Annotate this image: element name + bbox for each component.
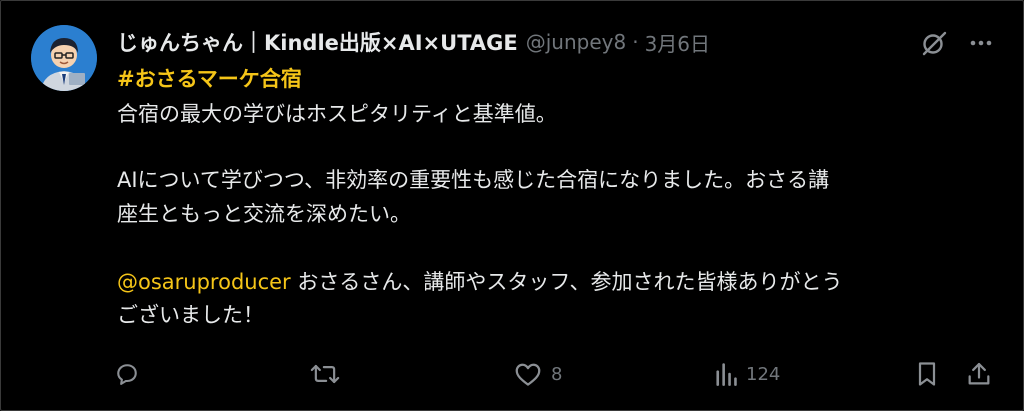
reply-icon	[117, 364, 137, 385]
post-text-line-2: AIについて学びつつ、非効率の重要性も感じた合宿になりました。おさる講	[117, 168, 830, 192]
views-chart-icon	[716, 363, 737, 386]
grok-icon[interactable]	[919, 28, 949, 58]
reply-button[interactable]	[113, 359, 141, 389]
views-button[interactable]: 124	[714, 359, 780, 389]
mention-link[interactable]: @osaruproducer	[117, 270, 291, 294]
share-icon	[968, 362, 990, 385]
post-text-line-4: @osaruproducer おさるさん、講師やスタッフ、参加された皆様ありがと…	[117, 266, 997, 299]
like-count: 8	[551, 363, 563, 385]
post-card[interactable]: じゅんちゃん｜Kindle出版×AI×UTAGE @junpey8 · 3月6日…	[0, 0, 1024, 411]
bookmark-icon	[918, 362, 936, 386]
hashtag-link[interactable]: #おさるマーケ合宿	[117, 63, 302, 93]
avatar-illustration	[31, 25, 97, 91]
post-text-line-4-rest: おさるさん、講師やスタッフ、参加された皆様ありがとう	[290, 270, 843, 294]
post-text-line-1: 合宿の最大の学びはホスピタリティと基準値。	[117, 102, 557, 126]
like-button[interactable]: 8	[513, 359, 562, 389]
post-text-line-5: ございました！	[117, 303, 264, 327]
bookmark-button[interactable]	[915, 359, 939, 389]
more-options-icon[interactable]	[967, 29, 995, 57]
views-count: 124	[746, 363, 781, 385]
repost-icon	[310, 364, 340, 384]
heart-icon	[515, 363, 541, 386]
author-handle[interactable]: @junpey8	[526, 30, 626, 54]
separator-dot: ·	[632, 30, 639, 54]
post-header: じゅんちゃん｜Kindle出版×AI×UTAGE @junpey8 · 3月6日	[117, 25, 710, 59]
share-button[interactable]	[965, 359, 993, 389]
repost-button[interactable]	[309, 359, 341, 389]
post-text-line-3: 座生ともっと交流を深めたい。	[117, 202, 411, 226]
post-date[interactable]: 3月6日	[645, 28, 710, 57]
avatar[interactable]	[31, 25, 97, 91]
author-display-name[interactable]: じゅんちゃん｜Kindle出版×AI×UTAGE	[117, 27, 518, 57]
